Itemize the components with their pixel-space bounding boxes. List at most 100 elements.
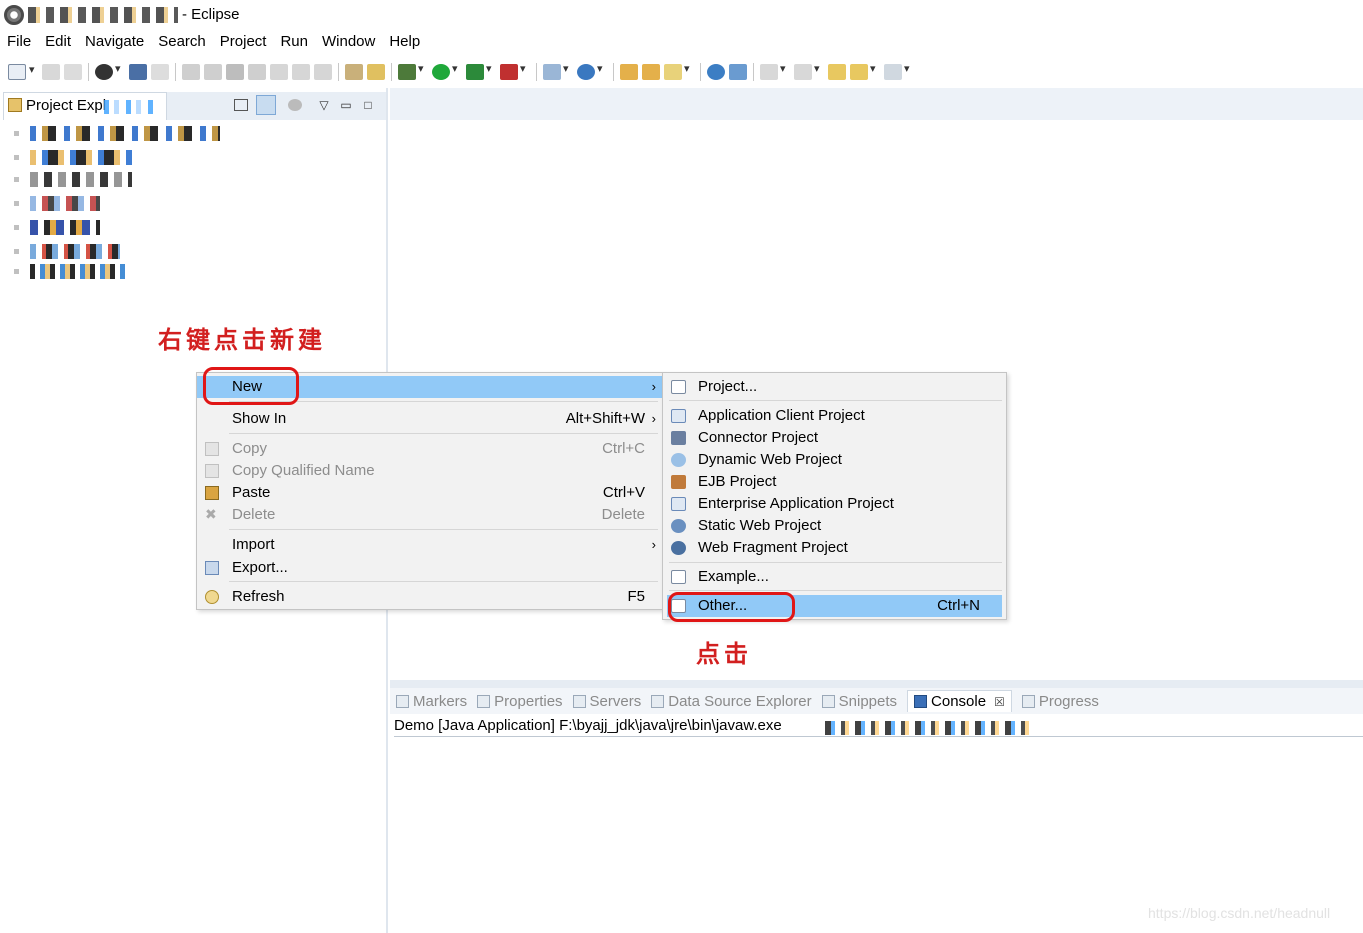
step-return-icon[interactable] [314, 64, 332, 80]
menu-separator [669, 400, 1002, 401]
step-into-icon[interactable] [270, 64, 288, 80]
toolbar-separator [175, 63, 176, 81]
menu-item-copy-qualified-name[interactable]: Copy Qualified Name [197, 460, 662, 482]
annotation-ring-new [203, 367, 299, 405]
minimize-icon[interactable]: ▭ [338, 97, 354, 113]
snippets-icon [821, 694, 835, 708]
submenu-item-project[interactable]: Project... [663, 376, 1006, 398]
menu-file[interactable]: File [0, 30, 38, 54]
static-web-icon [671, 519, 686, 533]
menu-navigate[interactable]: Navigate [78, 30, 151, 54]
new-java-class-icon[interactable] [577, 62, 603, 80]
title-redacted [28, 7, 178, 23]
user-icon[interactable] [95, 62, 121, 80]
toolbar-separator [391, 63, 392, 81]
tab-console[interactable]: Console ☒ [907, 690, 1012, 712]
step-over-icon[interactable] [292, 64, 310, 80]
submenu-item-static-web-project[interactable]: Static Web Project [663, 515, 1006, 537]
run-external-tool-icon[interactable] [500, 62, 526, 80]
link-with-editor-icon[interactable] [256, 95, 276, 115]
filters-icon[interactable] [288, 99, 302, 111]
menu-run[interactable]: Run [273, 30, 315, 54]
eclipse-logo-icon [4, 5, 24, 25]
console-divider [394, 736, 1363, 737]
editor-tab-strip [390, 88, 1363, 120]
collapse-all-icon[interactable] [234, 99, 248, 111]
forward-arrow-icon[interactable] [884, 62, 910, 80]
maximize-icon[interactable]: □ [360, 97, 376, 113]
next-annotation-icon[interactable] [760, 62, 786, 80]
view-menu-chevron-down-icon[interactable]: ▽ [316, 97, 332, 113]
submenu-item-ejb-project[interactable]: EJB Project [663, 471, 1006, 493]
open-type-icon[interactable] [620, 64, 638, 80]
copy-icon [205, 442, 219, 456]
terminal-icon[interactable] [129, 64, 147, 80]
menu-help[interactable]: Help [382, 30, 427, 54]
debug-icon[interactable] [398, 62, 424, 80]
run-icon[interactable] [432, 62, 458, 80]
properties-icon [477, 694, 491, 708]
submenu-item-web-fragment-project[interactable]: Web Fragment Project [663, 537, 1006, 559]
tab-snippets[interactable]: Snippets [821, 693, 897, 710]
tab-data-source-explorer[interactable]: Data Source Explorer [651, 693, 812, 710]
submenu-item-enterprise-application-project[interactable]: Enterprise Application Project [663, 493, 1006, 515]
tab-progress[interactable]: Progress [1021, 693, 1099, 710]
terminate-icon[interactable] [226, 64, 244, 80]
open-browser-icon[interactable] [707, 64, 725, 80]
menu-search[interactable]: Search [151, 30, 213, 54]
annotation-ring-other [668, 592, 795, 622]
menu-edit[interactable]: Edit [38, 30, 78, 54]
console-icon [914, 695, 928, 708]
chevron-right-icon: › [651, 411, 656, 426]
external-tools-icon[interactable] [367, 64, 385, 80]
connector-icon [671, 431, 686, 445]
tab-servers[interactable]: Servers [572, 693, 641, 710]
menu-item-refresh[interactable]: Refresh F5 [197, 586, 662, 608]
menu-item-export[interactable]: Export... [197, 557, 662, 579]
disconnect-icon[interactable] [248, 64, 266, 80]
skip-breakpoints-icon[interactable] [151, 64, 169, 80]
previous-annotation-icon[interactable] [794, 62, 820, 80]
menu-item-paste[interactable]: Paste Ctrl+V [197, 482, 662, 504]
submenu-item-example[interactable]: Example... [663, 566, 1006, 588]
use-step-filters-icon[interactable] [345, 64, 363, 80]
new-server-icon[interactable] [543, 62, 569, 80]
enterprise-application-icon [671, 497, 686, 511]
suspend-icon[interactable] [204, 64, 222, 80]
package-explorer-icon [8, 98, 22, 112]
resume-icon[interactable] [182, 64, 200, 80]
delete-x-icon: ✖ [205, 506, 217, 522]
submenu-item-dynamic-web-project[interactable]: Dynamic Web Project [663, 449, 1006, 471]
close-icon[interactable]: ☒ [994, 695, 1005, 709]
menu-item-import[interactable]: Import › [197, 534, 662, 556]
menu-item-show-in[interactable]: Show In Alt+Shift+W › [197, 408, 662, 430]
save-all-icon[interactable] [64, 64, 82, 80]
menu-item-copy[interactable]: Copy Ctrl+C [197, 438, 662, 460]
toolbar-separator [338, 63, 339, 81]
menu-separator [669, 562, 1002, 563]
new-wizard-icon[interactable] [8, 63, 35, 80]
coverage-icon[interactable] [466, 62, 492, 80]
last-edit-location-icon[interactable] [828, 64, 846, 80]
web-fragment-icon [671, 541, 686, 555]
menu-separator [229, 433, 658, 434]
back-arrow-icon[interactable] [850, 62, 876, 80]
menu-separator [669, 590, 1002, 591]
tab-properties[interactable]: Properties [477, 693, 563, 710]
menu-item-delete[interactable]: ✖ Delete Delete [197, 504, 662, 526]
open-perspective-icon[interactable] [729, 64, 747, 80]
chevron-right-icon: › [651, 379, 656, 394]
save-icon[interactable] [42, 64, 60, 80]
open-task-icon[interactable] [642, 64, 660, 80]
submenu-item-connector-project[interactable]: Connector Project [663, 427, 1006, 449]
dynamic-web-icon [671, 453, 686, 467]
tab-markers[interactable]: Markers [396, 693, 467, 710]
servers-icon [572, 694, 586, 708]
submenu-item-application-client-project[interactable]: Application Client Project [663, 405, 1006, 427]
new-project-icon [671, 380, 686, 394]
search-icon[interactable] [664, 62, 690, 80]
menu-project[interactable]: Project [213, 30, 274, 54]
menu-window[interactable]: Window [315, 30, 382, 54]
new-submenu: Project... Application Client Project Co… [662, 372, 1007, 620]
panel-divider[interactable] [390, 680, 1363, 688]
